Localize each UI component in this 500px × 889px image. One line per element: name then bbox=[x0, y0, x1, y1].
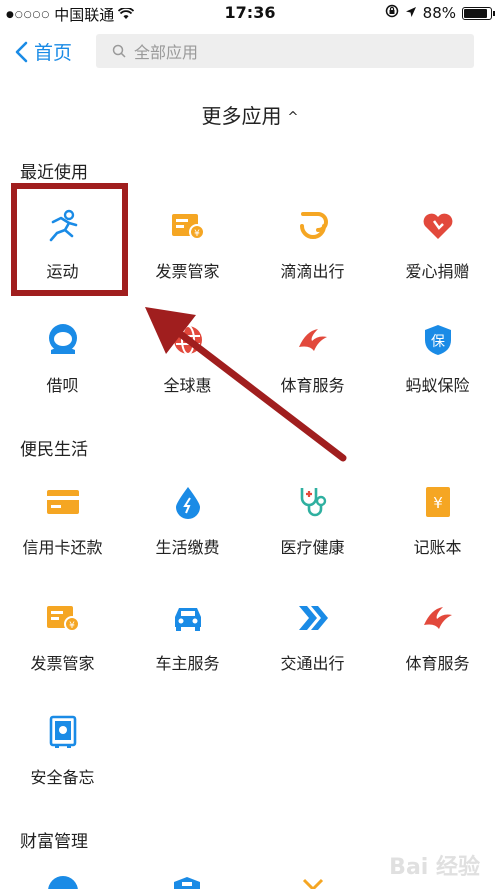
app-label: 交通出行 bbox=[280, 654, 345, 673]
app-transport[interactable]: 交通出行 bbox=[250, 600, 375, 710]
chevron-left-icon bbox=[15, 41, 28, 62]
app-credit-card-repay[interactable]: 信用卡还款 bbox=[0, 484, 125, 594]
app-charity[interactable]: 爱心捐赠 bbox=[375, 208, 500, 318]
credit-card-icon bbox=[45, 484, 81, 520]
app-utility-payment[interactable]: 生活缴费 bbox=[125, 484, 250, 594]
app-medical-health[interactable]: 医疗健康 bbox=[250, 484, 375, 594]
app-label: 发票管家 bbox=[30, 654, 95, 673]
app-label: 生活缴费 bbox=[155, 538, 220, 557]
app-label: 蚂蚁保险 bbox=[405, 376, 470, 395]
app-ledger[interactable]: ¥ 记账本 bbox=[375, 484, 500, 594]
section-title-life: 便民生活 bbox=[20, 440, 88, 460]
app-sports-service[interactable]: 体育服务 bbox=[250, 322, 375, 432]
search-icon bbox=[112, 44, 126, 58]
svg-text:保: 保 bbox=[431, 334, 445, 350]
ledger-icon: ¥ bbox=[420, 484, 456, 520]
app-label: 医疗健康 bbox=[280, 538, 345, 557]
more-apps-toggle[interactable]: 更多应用 ^ bbox=[0, 100, 500, 129]
search-input[interactable]: 全部应用 bbox=[96, 34, 474, 68]
caret-up-icon: ^ bbox=[287, 110, 299, 125]
app-car-owner-service[interactable]: 车主服务 bbox=[125, 600, 250, 710]
rotation-lock-icon bbox=[385, 4, 399, 22]
sports-swoosh-icon bbox=[295, 322, 331, 358]
svg-text:¥: ¥ bbox=[194, 229, 200, 239]
back-label: 首页 bbox=[34, 42, 73, 64]
invoice-icon: ¥ bbox=[170, 208, 206, 244]
app-label: 滴滴出行 bbox=[280, 262, 345, 281]
partial-app-icon-3[interactable] bbox=[298, 876, 328, 889]
app-label: 体育服务 bbox=[280, 376, 345, 395]
shield-icon: 保 bbox=[420, 322, 456, 358]
partial-app-icon-2[interactable] bbox=[172, 876, 202, 889]
app-sports-service-2[interactable]: 体育服务 bbox=[375, 600, 500, 710]
app-ant-insurance[interactable]: 保 蚂蚁保险 bbox=[375, 322, 500, 432]
status-right: 88% bbox=[385, 4, 495, 22]
heart-icon bbox=[420, 208, 456, 244]
app-invoice-manager-2[interactable]: ¥ 发票管家 bbox=[0, 600, 125, 710]
app-didi[interactable]: 滴滴出行 bbox=[250, 208, 375, 318]
app-label: 安全备忘 bbox=[30, 768, 95, 787]
more-apps-label: 更多应用 bbox=[201, 104, 282, 128]
safe-icon bbox=[45, 714, 81, 750]
battery-icon bbox=[462, 6, 495, 20]
car-icon bbox=[170, 600, 206, 636]
back-button[interactable]: 首页 bbox=[14, 38, 72, 65]
app-label: 记账本 bbox=[413, 538, 462, 557]
location-icon bbox=[405, 4, 417, 22]
section-title-recent: 最近使用 bbox=[20, 163, 88, 183]
app-jiebei[interactable]: 借呗 bbox=[0, 322, 125, 432]
svg-text:¥: ¥ bbox=[433, 494, 443, 512]
sports-swoosh-icon bbox=[420, 600, 456, 636]
section-title-wealth: 财富管理 bbox=[20, 832, 88, 852]
app-label: 信用卡还款 bbox=[22, 538, 103, 557]
app-label: 爱心捐赠 bbox=[405, 262, 470, 281]
app-safe-memo[interactable]: 安全备忘 bbox=[0, 714, 125, 824]
nav-bar: 首页 全部应用 bbox=[0, 26, 500, 76]
svg-text:¥: ¥ bbox=[69, 621, 75, 631]
app-global-deals[interactable]: 全球惠 bbox=[125, 322, 250, 432]
app-label: 借呗 bbox=[46, 376, 79, 395]
battery-percent: 88% bbox=[422, 4, 456, 22]
double-chevron-icon bbox=[295, 600, 331, 636]
shell-icon bbox=[45, 322, 81, 358]
didi-icon bbox=[295, 208, 331, 244]
highlight-box bbox=[11, 183, 128, 296]
partial-app-icon-1[interactable] bbox=[45, 876, 81, 889]
app-label: 车主服务 bbox=[155, 654, 220, 673]
stethoscope-icon bbox=[295, 484, 331, 520]
battery-fill bbox=[464, 8, 487, 18]
water-drop-icon bbox=[170, 484, 206, 520]
invoice-icon: ¥ bbox=[45, 600, 81, 636]
app-invoice-manager[interactable]: ¥ 发票管家 bbox=[125, 208, 250, 318]
app-label: 发票管家 bbox=[155, 262, 220, 281]
search-placeholder: 全部应用 bbox=[134, 43, 199, 62]
watermark: Bai 经验 bbox=[389, 855, 480, 880]
status-bar: ●○○○○ 中国联通 17:36 88% bbox=[0, 0, 500, 26]
app-label: 全球惠 bbox=[163, 376, 212, 395]
app-label: 体育服务 bbox=[405, 654, 470, 673]
globe-icon bbox=[170, 322, 206, 358]
